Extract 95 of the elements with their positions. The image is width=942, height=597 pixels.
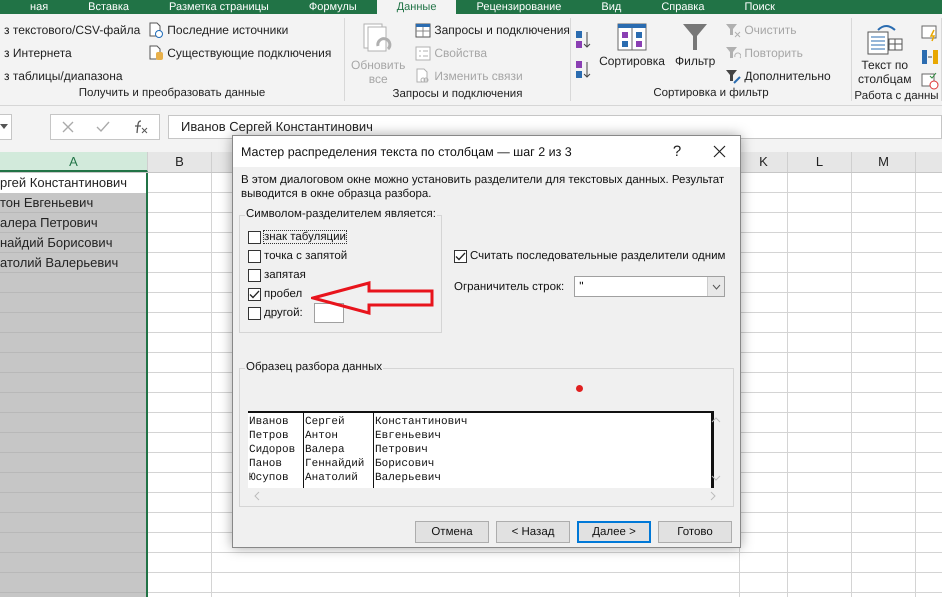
sort-descending-icon[interactable]: [575, 58, 591, 80]
check-icon[interactable]: [96, 121, 110, 133]
field-label: Ограничитель строк:: [454, 280, 564, 292]
scroll-down-icon[interactable]: [711, 475, 721, 481]
checkbox[interactable]: [248, 250, 261, 262]
group-label: Запросы и подключения: [392, 88, 522, 102]
preview-cell-text: Валерьевич: [375, 471, 442, 485]
ribbon-command[interactable]: Последние источники: [148, 20, 332, 40]
group-legend: Символом-разделителем является:: [245, 208, 437, 220]
caret-icon: [0, 124, 8, 130]
help-button[interactable]: ?: [656, 136, 698, 167]
ribbon-command[interactable]: з Интернета: [4, 43, 140, 63]
filter-refresh-icon: [725, 45, 742, 61]
flash-fill-icon[interactable]: [921, 24, 940, 42]
checkbox-label[interactable]: пробел: [264, 288, 302, 300]
ribbon-tab[interactable]: Данные: [376, 0, 456, 14]
dialog-button[interactable]: < Назад: [496, 521, 570, 543]
sort-ascending-icon[interactable]: [575, 28, 591, 50]
checkbox-label[interactable]: Считать последовательные разделители одним: [470, 250, 726, 262]
checkbox-label[interactable]: знак табуляции: [264, 231, 346, 243]
group-label: Работа с данны: [854, 90, 939, 104]
filter-clear-icon: [725, 22, 742, 38]
checkbox-label[interactable]: запятая: [264, 269, 306, 281]
dialog-title: Мастер распределения текста по столбцам — шаг 2 из 3: [241, 144, 573, 158]
dialog-button[interactable]: Далее >: [577, 521, 651, 543]
ribbon-command[interactable]: з таблицы/диапазона: [4, 66, 140, 86]
dialog-button[interactable]: Отмена: [415, 521, 489, 543]
ribbon-command[interactable]: Существующие подключения: [148, 43, 332, 63]
group-label: Получить и преобразовать данные: [78, 87, 266, 101]
preview-cell-text: Иванов: [249, 415, 290, 429]
ribbon-command[interactable]: Запросы и подключения: [415, 20, 570, 40]
ribbon-command[interactable]: з текстового/CSV-файла: [4, 20, 140, 40]
preview-cell-text: Валера: [305, 443, 346, 457]
function-icon[interactable]: [132, 120, 148, 134]
ribbon-large-button[interactable]: Текст по столбцам: [856, 20, 914, 90]
checkmark-icon: [455, 252, 466, 260]
scroll-up-icon[interactable]: [711, 417, 721, 423]
ribbon-command[interactable]: Дополнительно: [725, 66, 831, 86]
filter-icon: [682, 22, 708, 52]
properties-icon: [415, 46, 432, 60]
ribbon-tab[interactable]: Вставка: [68, 0, 150, 14]
table-cell: ргей Константинович: [0, 173, 146, 193]
sort-grid-icon: [617, 22, 647, 52]
table-cell-text: атолий Валерьевич: [0, 254, 120, 272]
ribbon-tab[interactable]: Разметка страницы: [149, 0, 289, 14]
checkbox[interactable]: [454, 250, 467, 262]
ribbon-large-button[interactable]: Фильтр: [673, 20, 718, 87]
checkbox[interactable]: [248, 230, 261, 244]
table-cell-text: алера Петрович: [0, 214, 99, 232]
dot-mark: [576, 385, 583, 392]
checkbox[interactable]: [248, 268, 261, 282]
preview-cell-text: Борисович: [375, 457, 436, 471]
preview-cell-text: Сергей: [305, 415, 346, 429]
preview-cell-text: Константинович: [375, 415, 468, 429]
chevron-down-icon: [712, 284, 721, 290]
document-link-icon: [415, 68, 432, 84]
ribbon-large-button[interactable]: Сортировка: [599, 20, 665, 87]
ribbon-tab[interactable]: ная: [10, 0, 68, 14]
dialog-button[interactable]: Готово: [658, 521, 732, 543]
ribbon-tab[interactable]: Поиск: [724, 0, 795, 14]
column-header[interactable]: A: [0, 152, 148, 172]
checkbox-label[interactable]: точка с запятой: [264, 250, 348, 262]
group-label: Сортировка и фильтр: [653, 87, 769, 101]
filter-pencil-icon: [725, 68, 742, 84]
checkbox-label[interactable]: другой:: [264, 307, 303, 319]
preview-cell-text: Сидоров: [249, 443, 296, 457]
preview-cell-text: Петров: [249, 429, 290, 443]
text-to-columns-icon: [866, 22, 904, 56]
preview-cell-text: Петрович: [375, 443, 429, 457]
preview-cell-text: Юсупов: [249, 471, 290, 485]
name-box[interactable]: [0, 114, 12, 140]
close-icon: [712, 145, 726, 158]
preview-cell-text: Панов: [249, 457, 284, 471]
qualifier-dropdown[interactable]: ": [574, 276, 726, 297]
table-cell-text: тон Евгеньевич: [0, 194, 94, 212]
preview-cell-text: Геннайдий: [305, 457, 366, 471]
document-database-icon: [148, 45, 164, 61]
ribbon-tab[interactable]: Рецензирование: [456, 0, 582, 14]
preview-cell-text: Евгеньевич: [375, 429, 442, 443]
table-cell-text: найдий Борисович: [0, 234, 114, 252]
remove-duplicates-icon[interactable]: [921, 48, 940, 66]
preview-cell-text: Анатолий: [305, 471, 359, 485]
checkbox[interactable]: [248, 288, 261, 300]
ribbon-tab[interactable]: Справка: [641, 0, 724, 14]
document-clock-icon: [148, 22, 164, 38]
checkbox[interactable]: [248, 306, 261, 320]
ribbon-tab[interactable]: Вид: [581, 0, 642, 14]
checkmark-icon: [249, 290, 260, 298]
ribbon-tab[interactable]: Формулы: [288, 0, 377, 14]
data-validation-icon[interactable]: [921, 72, 940, 90]
dialog-description: В этом диалоговом окне можно установить разделители для текстовых данных. Результат выводится в окне образца разбора.: [240, 173, 726, 201]
other-delimiter-input[interactable]: [314, 303, 344, 323]
preview-cell-text: Антон: [305, 429, 340, 443]
group-legend: Образец разбора данных: [245, 361, 384, 373]
table-icon: [415, 22, 432, 38]
